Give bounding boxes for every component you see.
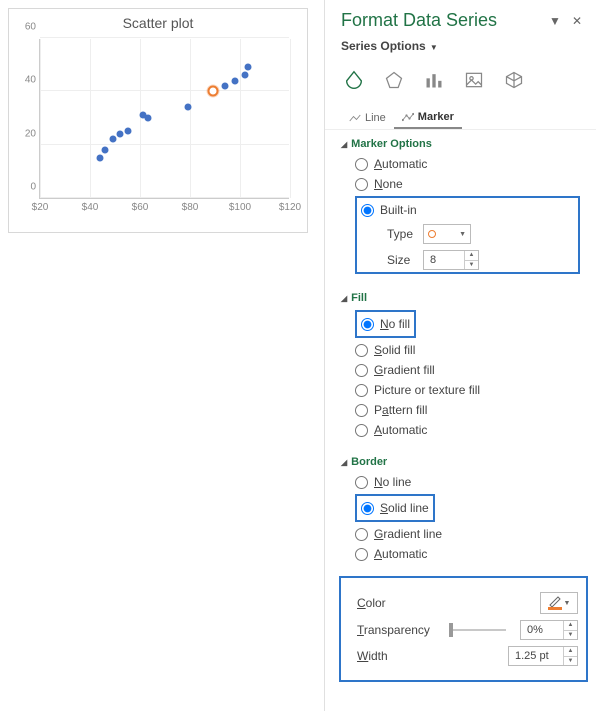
border-automatic-radio[interactable]: Automatic xyxy=(355,544,580,564)
line-properties-highlight-box: Color ▼ Transparency 0%▲▼ Width 1.25 pt▲… xyxy=(339,576,588,682)
fill-no-fill-radio[interactable]: No fill xyxy=(361,314,410,334)
line-marker-tabs: Line Marker xyxy=(325,103,596,130)
fill-line-icon[interactable] xyxy=(341,67,367,93)
marker-none-radio[interactable]: None xyxy=(355,174,580,194)
chart-data-point[interactable] xyxy=(144,115,151,122)
solid-line-highlight-box: Solid line xyxy=(355,494,435,522)
chart-data-point[interactable] xyxy=(207,86,218,97)
width-spinner[interactable]: 1.25 pt▲▼ xyxy=(508,646,578,666)
border-solid-line-radio[interactable]: Solid line xyxy=(361,498,429,518)
chart-data-point[interactable] xyxy=(184,104,191,111)
fill-solid-radio[interactable]: Solid fill xyxy=(355,340,580,360)
color-picker-button[interactable]: ▼ xyxy=(540,592,578,614)
chart-data-point[interactable] xyxy=(117,131,124,138)
picture-icon[interactable] xyxy=(461,67,487,93)
marker-options-header[interactable]: ◢Marker Options xyxy=(341,138,580,150)
series-options-dropdown[interactable]: Series Options ▼ xyxy=(325,37,596,61)
pen-icon xyxy=(548,596,562,610)
series-options-icon[interactable] xyxy=(421,67,447,93)
transparency-label: Transparency xyxy=(357,623,437,637)
chart-data-point[interactable] xyxy=(109,136,116,143)
marker-type-label: Type xyxy=(387,227,423,241)
panel-header: Format Data Series ▼ ✕ xyxy=(325,0,596,37)
panel-close-icon[interactable]: ✕ xyxy=(570,14,584,28)
tab-marker[interactable]: Marker xyxy=(394,107,462,129)
chart-data-point[interactable] xyxy=(124,128,131,135)
marker-builtin-radio[interactable]: Built-in xyxy=(361,200,574,220)
fill-picture-radio[interactable]: Picture or texture fill xyxy=(355,380,580,400)
chart-data-point[interactable] xyxy=(244,64,251,71)
border-header[interactable]: ◢Border xyxy=(341,456,580,468)
chart-plot-area[interactable]: 0204060$20$40$60$80$100$120 xyxy=(39,39,289,199)
builtin-highlight-box: Built-in Type ▼ Size 8▲▼ xyxy=(355,196,580,274)
panel-dropdown-icon[interactable]: ▼ xyxy=(548,14,562,28)
marker-type-dropdown[interactable]: ▼ xyxy=(423,224,471,244)
transparency-slider[interactable] xyxy=(451,629,506,631)
width-label: Width xyxy=(357,649,437,663)
format-category-icons xyxy=(325,61,596,103)
chart-title: Scatter plot xyxy=(9,9,307,33)
transparency-spinner[interactable]: 0%▲▼ xyxy=(520,620,578,640)
chart-container[interactable]: Scatter plot 0204060$20$40$60$80$100$120 xyxy=(8,8,308,233)
chart-data-point[interactable] xyxy=(97,155,104,162)
chart-data-point[interactable] xyxy=(232,77,239,84)
tab-line[interactable]: Line xyxy=(341,107,394,129)
format-data-series-panel: Format Data Series ▼ ✕ Series Options ▼ … xyxy=(324,0,596,711)
border-no-line-radio[interactable]: No line xyxy=(355,472,580,492)
fill-pattern-radio[interactable]: Pattern fill xyxy=(355,400,580,420)
panel-title: Format Data Series xyxy=(341,10,540,31)
fill-automatic-radio[interactable]: Automatic xyxy=(355,420,580,440)
marker-size-spinner[interactable]: 8▲▼ xyxy=(423,250,479,270)
chart-data-point[interactable] xyxy=(242,72,249,79)
marker-size-label: Size xyxy=(387,253,423,267)
effects-icon[interactable] xyxy=(381,67,407,93)
no-fill-highlight-box: No fill xyxy=(355,310,416,338)
color-label: Color xyxy=(357,596,437,610)
chart-data-point[interactable] xyxy=(102,147,109,154)
fill-header[interactable]: ◢Fill xyxy=(341,292,580,304)
circle-marker-icon xyxy=(428,230,436,238)
fill-gradient-radio[interactable]: Gradient fill xyxy=(355,360,580,380)
border-gradient-radio[interactable]: Gradient line xyxy=(355,524,580,544)
cube-icon[interactable] xyxy=(501,67,527,93)
marker-automatic-radio[interactable]: Automatic xyxy=(355,154,580,174)
chart-data-point[interactable] xyxy=(222,83,229,90)
